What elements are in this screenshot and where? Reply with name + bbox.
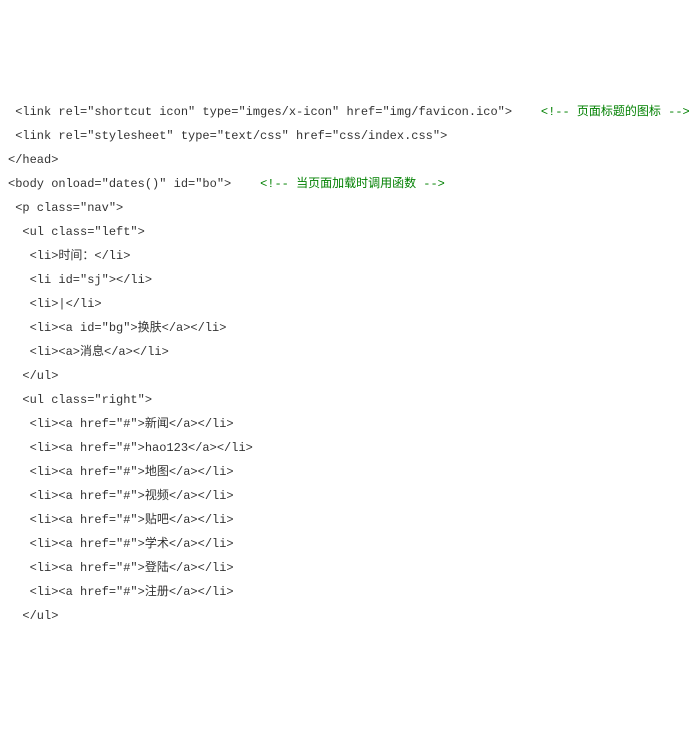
code-line: <li>|</li> <box>8 292 685 316</box>
code-line: <link rel="shortcut icon" type="imges/x-… <box>8 100 685 124</box>
code-text: <li>|</li> <box>8 297 102 311</box>
code-text: </ul> <box>8 369 58 383</box>
code-line: <body onload="dates()" id="bo"> <!-- 当页面… <box>8 172 685 196</box>
code-text: <li><a href="#">贴吧</a></li> <box>8 513 234 527</box>
code-text: <li><a href="#">地图</a></li> <box>8 465 234 479</box>
code-text: <li><a id="bg">换肤</a></li> <box>8 321 226 335</box>
code-text: <li><a>消息</a></li> <box>8 345 169 359</box>
code-line: <p class="nav"> <box>8 196 685 220</box>
code-line: <li><a id="bg">换肤</a></li> <box>8 316 685 340</box>
code-block: <link rel="shortcut icon" type="imges/x-… <box>8 100 685 628</box>
code-line: <ul class="right"> <box>8 388 685 412</box>
code-text: </ul> <box>8 609 58 623</box>
code-line: <li><a href="#">登陆</a></li> <box>8 556 685 580</box>
code-text: <li><a href="#">视频</a></li> <box>8 489 234 503</box>
code-line: </head> <box>8 148 685 172</box>
code-line: <li><a href="#">地图</a></li> <box>8 460 685 484</box>
code-line: </ul> <box>8 604 685 628</box>
code-line: </ul> <box>8 364 685 388</box>
code-text: <li><a href="#">学术</a></li> <box>8 537 234 551</box>
code-line: <link rel="stylesheet" type="text/css" h… <box>8 124 685 148</box>
code-text: <li><a href="#">hao123</a></li> <box>8 441 253 455</box>
code-line: <li><a href="#">视频</a></li> <box>8 484 685 508</box>
code-line: <li><a href="#">注册</a></li> <box>8 580 685 604</box>
code-comment: <!-- 当页面加载时调用函数 --> <box>260 177 445 191</box>
code-text: </head> <box>8 153 58 167</box>
code-text: <ul class="right"> <box>8 393 152 407</box>
code-text: <li><a href="#">注册</a></li> <box>8 585 234 599</box>
code-comment: <!-- 页面标题的图标 --> <box>541 105 690 119</box>
code-line: <ul class="left"> <box>8 220 685 244</box>
code-line: <li><a>消息</a></li> <box>8 340 685 364</box>
code-text: <link rel="shortcut icon" type="imges/x-… <box>8 105 512 119</box>
code-text: <li>时间：</li> <box>8 249 130 263</box>
code-text: <link rel="stylesheet" type="text/css" h… <box>8 129 447 143</box>
code-gap <box>512 105 541 119</box>
code-line: <li><a href="#">新闻</a></li> <box>8 412 685 436</box>
code-line: <li>时间：</li> <box>8 244 685 268</box>
code-line: <li><a href="#">贴吧</a></li> <box>8 508 685 532</box>
code-line: <li id="sj"></li> <box>8 268 685 292</box>
code-text: <body onload="dates()" id="bo"> <box>8 177 231 191</box>
code-text: <p class="nav"> <box>8 201 123 215</box>
code-text: <li><a href="#">新闻</a></li> <box>8 417 234 431</box>
code-text: <li id="sj"></li> <box>8 273 152 287</box>
code-line: <li><a href="#">hao123</a></li> <box>8 436 685 460</box>
code-line: <li><a href="#">学术</a></li> <box>8 532 685 556</box>
code-gap <box>231 177 260 191</box>
code-text: <ul class="left"> <box>8 225 145 239</box>
code-text: <li><a href="#">登陆</a></li> <box>8 561 234 575</box>
